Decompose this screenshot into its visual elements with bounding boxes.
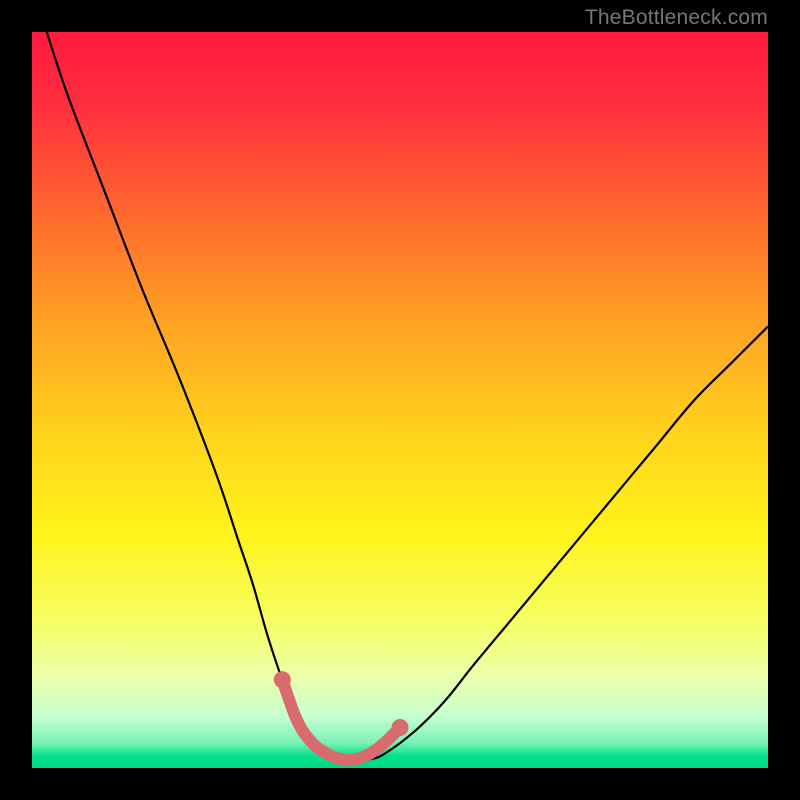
gradient-background (32, 32, 768, 768)
plot-area (32, 32, 768, 768)
watermark-label: TheBottleneck.com (585, 6, 768, 30)
chart-svg (32, 32, 768, 768)
chart-frame: TheBottleneck.com (0, 0, 800, 800)
